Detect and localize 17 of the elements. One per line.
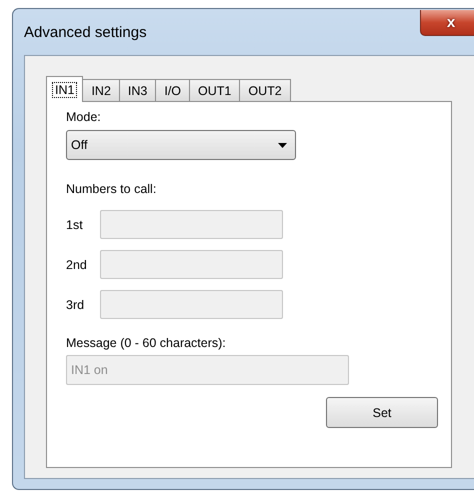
mode-label: Mode: — [66, 110, 102, 126]
tab[interactable]: IN3 — [118, 79, 156, 101]
dropdown-arrow-icon — [278, 142, 287, 148]
message-label: Message (0 - 60 characters): — [66, 336, 227, 352]
number-label: 1st — [66, 218, 84, 232]
close-button[interactable]: x — [420, 10, 474, 36]
number-label: 2nd — [66, 258, 88, 272]
tab[interactable]: OUT1 — [189, 79, 240, 101]
tab[interactable]: OUT2 — [239, 79, 291, 101]
numbers-label: Numbers to call: — [66, 182, 158, 198]
mode-dropdown[interactable]: Off — [66, 130, 296, 160]
number-label: 3rd — [66, 298, 86, 312]
tab[interactable]: IN2 — [82, 79, 120, 101]
tab[interactable]: IN1 — [46, 76, 84, 102]
tab[interactable]: I/O — [155, 79, 190, 101]
set-button[interactable]: Set — [326, 397, 438, 428]
window-title: Advanced settings — [24, 24, 147, 41]
